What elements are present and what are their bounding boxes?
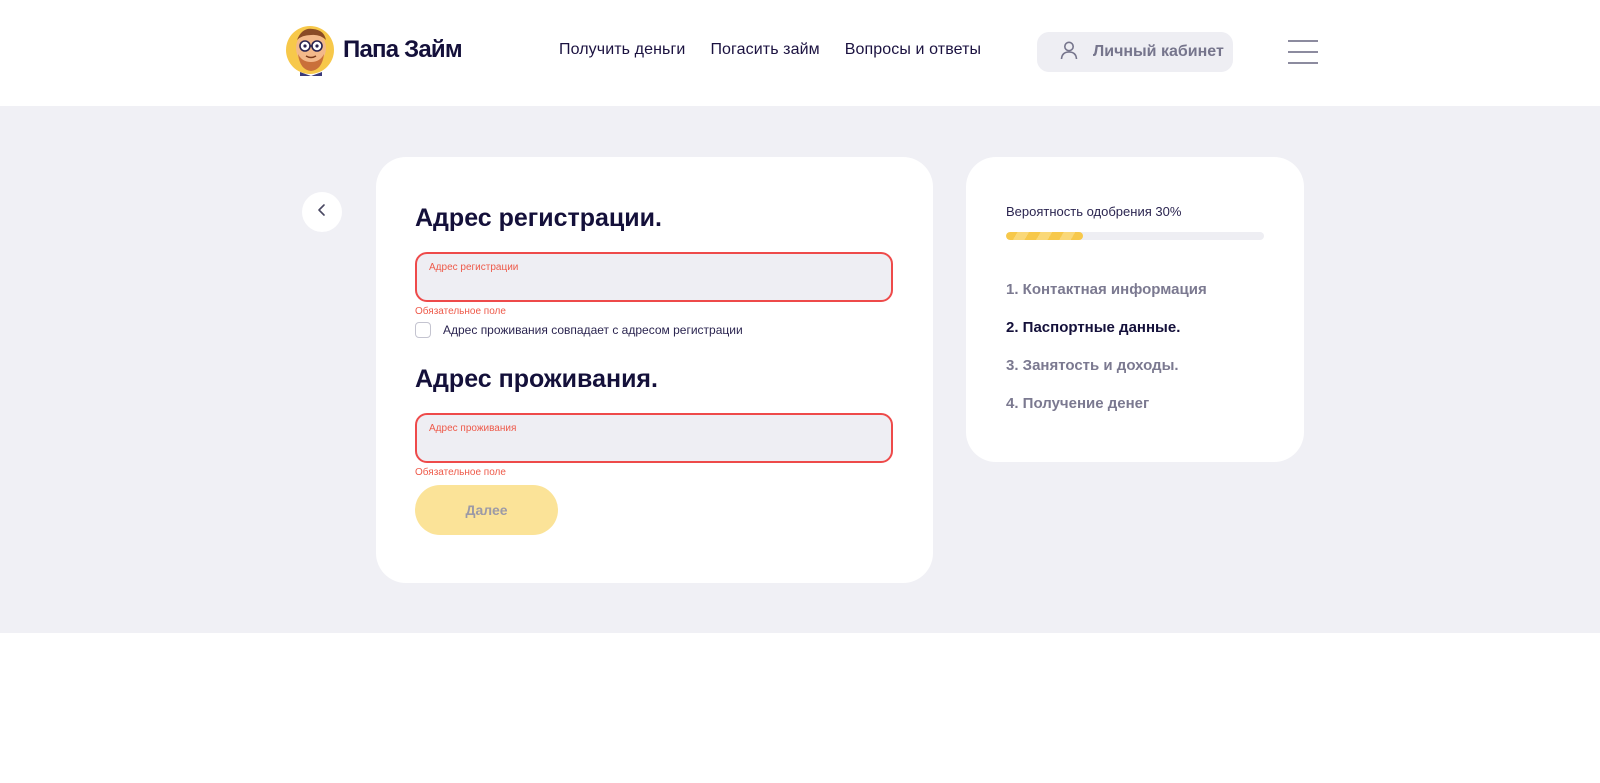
personal-cabinet-label: Личный кабинет (1093, 43, 1224, 60)
residence-address-error: Обязательное поле (415, 467, 506, 478)
residence-address-input[interactable] (429, 437, 879, 457)
progress-card: Вероятность одобрения 30% 1. Контактная … (966, 157, 1304, 462)
registration-address-label: Адрес регистрации (429, 262, 519, 273)
registration-address-input[interactable] (429, 276, 879, 296)
main-nav: Получить деньги Погасить займ Вопросы и … (559, 41, 981, 59)
step-item[interactable]: 3. Занятость и доходы. (1006, 357, 1207, 395)
burger-menu-icon[interactable] (1288, 40, 1318, 64)
back-button[interactable] (302, 192, 342, 232)
logo-text: Папа Займ (343, 36, 463, 63)
residence-address-field[interactable]: Адрес проживания (415, 413, 893, 463)
logo-mascot-icon (280, 24, 336, 76)
same-address-checkbox-row[interactable]: Адрес проживания совпадает с адресом рег… (415, 322, 743, 338)
residence-address-title: Адрес проживания. (415, 365, 658, 393)
nav-link-get-money[interactable]: Получить деньги (559, 41, 685, 59)
approval-progress-fill (1006, 232, 1084, 240)
nav-link-repay-loan[interactable]: Погасить займ (710, 41, 819, 59)
step-item[interactable]: 1. Контактная информация (1006, 281, 1207, 319)
registration-address-field[interactable]: Адрес регистрации (415, 252, 893, 302)
nav-link-faq[interactable]: Вопросы и ответы (845, 41, 981, 59)
registration-address-title: Адрес регистрации. (415, 204, 662, 232)
logo[interactable]: Папа Займ (280, 24, 463, 76)
same-address-checkbox[interactable] (415, 322, 431, 338)
steps-list: 1. Контактная информация 2. Паспортные д… (1006, 281, 1207, 433)
chevron-left-icon (316, 203, 328, 222)
address-form-card: Адрес регистрации. Адрес регистрации Обя… (376, 157, 933, 583)
approval-progress-bar (1006, 232, 1264, 240)
personal-cabinet-button[interactable]: Личный кабинет (1037, 32, 1233, 72)
same-address-label: Адрес проживания совпадает с адресом рег… (443, 323, 743, 337)
user-icon (1059, 40, 1079, 65)
next-button[interactable]: Далее (415, 485, 558, 535)
registration-address-error: Обязательное поле (415, 306, 506, 317)
approval-probability-text: Вероятность одобрения 30% (1006, 204, 1182, 219)
step-item[interactable]: 4. Получение денег (1006, 395, 1207, 433)
step-item[interactable]: 2. Паспортные данные. (1006, 319, 1207, 357)
site-header: Папа Займ Получить деньги Погасить займ … (0, 0, 1600, 106)
residence-address-label: Адрес проживания (429, 423, 517, 434)
